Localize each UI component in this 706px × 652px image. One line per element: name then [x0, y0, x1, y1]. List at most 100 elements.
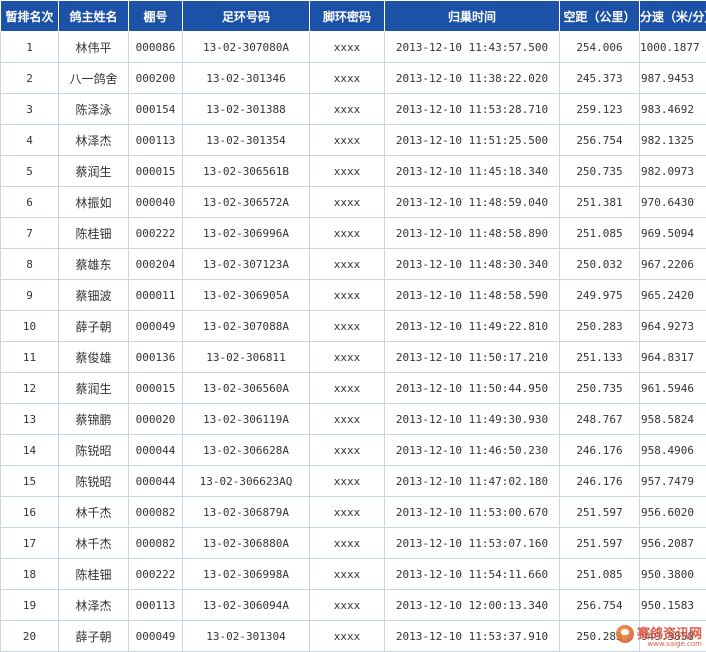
cell-time: 2013-12-10 11:54:11.660 — [385, 559, 560, 590]
cell-speed: 956.6020 — [640, 497, 706, 528]
table-row: 3陈泽泳00015413-02-301388xxxx2013-12-10 11:… — [1, 94, 706, 125]
cell-loft: 000200 — [129, 63, 183, 94]
header-owner: 鸽主姓名 — [59, 1, 129, 32]
cell-code: xxxx — [310, 559, 385, 590]
cell-rank: 17 — [1, 528, 59, 559]
cell-speed: 964.8317 — [640, 342, 706, 373]
cell-code: xxxx — [310, 621, 385, 652]
header-time: 归巢时间 — [385, 1, 560, 32]
cell-owner: 林振如 — [59, 187, 129, 218]
cell-loft: 000113 — [129, 125, 183, 156]
cell-code: xxxx — [310, 125, 385, 156]
cell-loft: 000015 — [129, 373, 183, 404]
cell-distance: 251.381 — [560, 187, 640, 218]
cell-loft: 000040 — [129, 187, 183, 218]
cell-distance: 250.032 — [560, 249, 640, 280]
watermark-text: 赛鸽资讯网 — [637, 628, 702, 641]
cell-code: xxxx — [310, 590, 385, 621]
cell-time: 2013-12-10 11:48:58.890 — [385, 218, 560, 249]
cell-owner: 陈泽泳 — [59, 94, 129, 125]
cell-loft: 000222 — [129, 218, 183, 249]
cell-ring: 13-02-306119A — [183, 404, 310, 435]
cell-distance: 256.754 — [560, 125, 640, 156]
cell-code: xxxx — [310, 528, 385, 559]
cell-loft: 000044 — [129, 466, 183, 497]
cell-time: 2013-12-10 12:00:13.340 — [385, 590, 560, 621]
cell-code: xxxx — [310, 311, 385, 342]
cell-code: xxxx — [310, 497, 385, 528]
cell-loft: 000049 — [129, 621, 183, 652]
cell-ring: 13-02-306811 — [183, 342, 310, 373]
cell-time: 2013-12-10 11:51:25.500 — [385, 125, 560, 156]
cell-owner: 蔡润生 — [59, 156, 129, 187]
cell-owner: 薛子朝 — [59, 621, 129, 652]
cell-speed: 1000.1877 — [640, 32, 706, 63]
table-row: 8蔡雄东00020413-02-307123Axxxx2013-12-10 11… — [1, 249, 706, 280]
cell-rank: 2 — [1, 63, 59, 94]
cell-distance: 254.006 — [560, 32, 640, 63]
cell-owner: 陈锐昭 — [59, 466, 129, 497]
cell-speed: 957.7479 — [640, 466, 706, 497]
cell-distance: 250.735 — [560, 373, 640, 404]
cell-distance: 251.085 — [560, 218, 640, 249]
cell-owner: 林泽杰 — [59, 590, 129, 621]
cell-time: 2013-12-10 11:38:22.020 — [385, 63, 560, 94]
cell-distance: 245.373 — [560, 63, 640, 94]
cell-rank: 10 — [1, 311, 59, 342]
cell-owner: 陈桂钿 — [59, 559, 129, 590]
cell-rank: 4 — [1, 125, 59, 156]
cell-time: 2013-12-10 11:46:50.230 — [385, 435, 560, 466]
cell-time: 2013-12-10 11:43:57.500 — [385, 32, 560, 63]
cell-rank: 3 — [1, 94, 59, 125]
race-results-table: 暂排名次 鸽主姓名 棚号 足环号码 脚环密码 归巢时间 空距（公里） 分速（米/… — [0, 0, 706, 652]
cell-owner: 陈桂钿 — [59, 218, 129, 249]
header-row: 暂排名次 鸽主姓名 棚号 足环号码 脚环密码 归巢时间 空距（公里） 分速（米/… — [1, 1, 706, 32]
cell-ring: 13-02-306905A — [183, 280, 310, 311]
cell-ring: 13-02-306998A — [183, 559, 310, 590]
cell-code: xxxx — [310, 249, 385, 280]
header-code: 脚环密码 — [310, 1, 385, 32]
cell-ring: 13-02-301346 — [183, 63, 310, 94]
cell-ring: 13-02-306094A — [183, 590, 310, 621]
cell-ring: 13-02-301354 — [183, 125, 310, 156]
cell-time: 2013-12-10 11:49:22.810 — [385, 311, 560, 342]
table-row: 6林振如00004013-02-306572Axxxx2013-12-10 11… — [1, 187, 706, 218]
table-row: 2八一鸽舍00020013-02-301346xxxx2013-12-10 11… — [1, 63, 706, 94]
cell-ring: 13-02-301304 — [183, 621, 310, 652]
cell-loft: 000020 — [129, 404, 183, 435]
cell-time: 2013-12-10 11:47:02.180 — [385, 466, 560, 497]
cell-rank: 7 — [1, 218, 59, 249]
cell-loft: 000204 — [129, 249, 183, 280]
cell-rank: 13 — [1, 404, 59, 435]
cell-speed: 958.5824 — [640, 404, 706, 435]
table-row: 11蔡俊雄00013613-02-306811xxxx2013-12-10 11… — [1, 342, 706, 373]
cell-speed: 967.2206 — [640, 249, 706, 280]
table-row: 18陈桂钿00022213-02-306998Axxxx2013-12-10 1… — [1, 559, 706, 590]
cell-time: 2013-12-10 11:53:07.160 — [385, 528, 560, 559]
cell-code: xxxx — [310, 466, 385, 497]
cell-loft: 000049 — [129, 311, 183, 342]
table-row: 15陈锐昭00004413-02-306623AQxxxx2013-12-10 … — [1, 466, 706, 497]
cell-code: xxxx — [310, 63, 385, 94]
cell-speed: 956.2087 — [640, 528, 706, 559]
cell-distance: 251.597 — [560, 528, 640, 559]
cell-owner: 陈锐昭 — [59, 435, 129, 466]
cell-rank: 16 — [1, 497, 59, 528]
cell-loft: 000136 — [129, 342, 183, 373]
cell-distance: 259.123 — [560, 94, 640, 125]
table-row: 5蔡润生00001513-02-306561Bxxxx2013-12-10 11… — [1, 156, 706, 187]
cell-speed: 970.6430 — [640, 187, 706, 218]
cell-distance: 246.176 — [560, 435, 640, 466]
cell-ring: 13-02-307123A — [183, 249, 310, 280]
cell-speed: 950.1583 — [640, 590, 706, 621]
cell-ring: 13-02-306879A — [183, 497, 310, 528]
cell-time: 2013-12-10 11:53:37.910 — [385, 621, 560, 652]
cell-distance: 250.283 — [560, 311, 640, 342]
table-row: 9蔡钿波00001113-02-306905Axxxx2013-12-10 11… — [1, 280, 706, 311]
watermark-url: www.saige.com — [647, 640, 702, 648]
cell-owner: 林千杰 — [59, 528, 129, 559]
cell-rank: 5 — [1, 156, 59, 187]
table-row: 1林伟平00008613-02-307080Axxxx2013-12-10 11… — [1, 32, 706, 63]
cell-rank: 14 — [1, 435, 59, 466]
cell-time: 2013-12-10 11:48:59.040 — [385, 187, 560, 218]
